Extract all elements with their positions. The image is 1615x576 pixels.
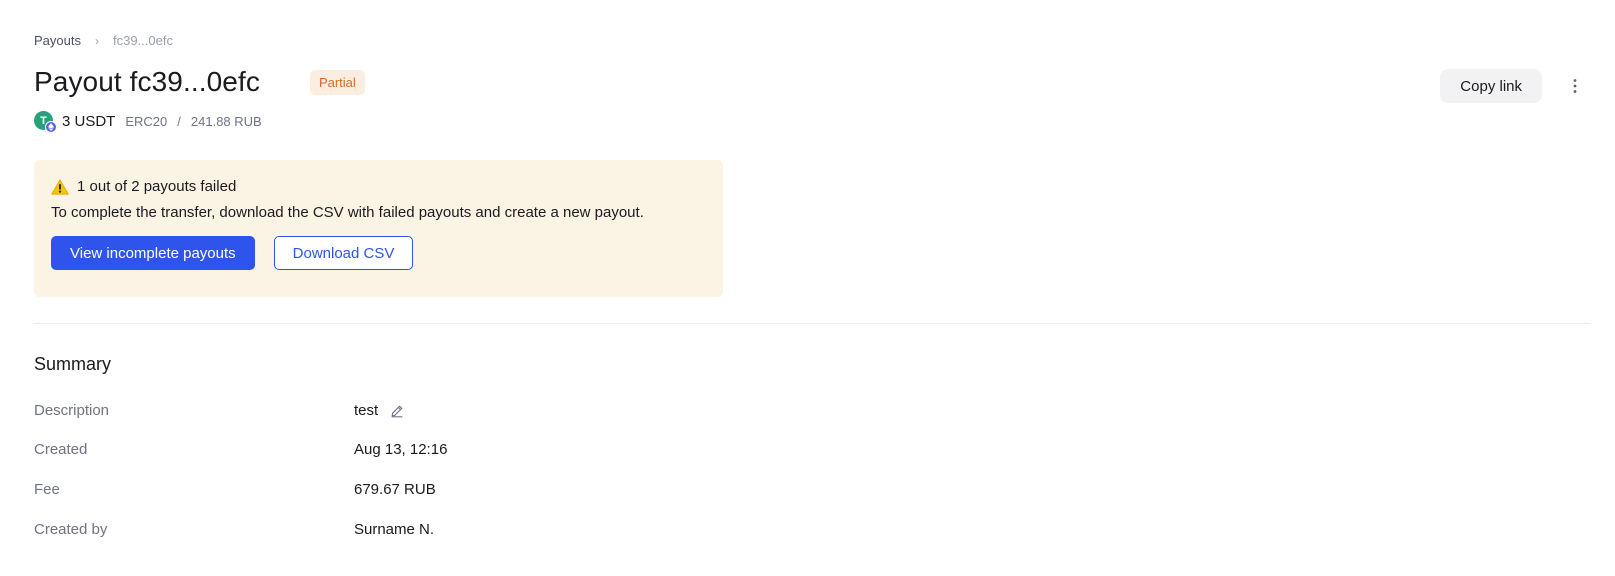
- alert-actions: View incomplete payouts Download CSV: [51, 236, 706, 270]
- payout-details-page: Payouts › fc39...0efc Payout fc39...0efc…: [34, 0, 1594, 576]
- breadcrumb: Payouts › fc39...0efc: [34, 33, 173, 48]
- amount-value: 3 USDT: [62, 112, 116, 130]
- view-incomplete-payouts-button[interactable]: View incomplete payouts: [51, 236, 255, 270]
- title-row: Payout fc39...0efc Partial: [34, 66, 365, 98]
- ethereum-icon: [45, 121, 57, 133]
- more-vertical-icon[interactable]: [1558, 69, 1592, 103]
- summary-label: Created: [34, 441, 88, 458]
- header-actions: Copy link: [1440, 69, 1592, 103]
- coin-icon-group: T: [34, 111, 57, 133]
- summary-row-created-by: Created by Surname N.: [34, 521, 434, 538]
- status-badge: Partial: [309, 69, 365, 95]
- divider: [34, 323, 1590, 324]
- description-value: test: [354, 402, 379, 419]
- summary-row-description: Description test: [34, 402, 404, 419]
- amount-fiat: 241.88 RUB: [190, 113, 262, 129]
- summary-value: test: [354, 402, 404, 419]
- summary-value: 679.67 RUB: [354, 481, 436, 498]
- alert-title-row: 1 out of 2 payouts failed: [51, 178, 706, 195]
- alert-text: To complete the transfer, download the C…: [51, 204, 644, 221]
- breadcrumb-chevron-icon: ›: [94, 33, 99, 48]
- summary-label: Created by: [34, 521, 108, 538]
- summary-value: Aug 13, 12:16: [354, 441, 448, 458]
- amount-network: ERC20: [125, 113, 168, 129]
- breadcrumb-payouts-link[interactable]: Payouts: [34, 33, 81, 48]
- summary-row-fee: Fee 679.67 RUB: [34, 481, 436, 498]
- warning-icon: [51, 178, 69, 195]
- alert-title: 1 out of 2 payouts failed: [77, 178, 237, 195]
- amount-separator: /: [177, 113, 181, 129]
- summary-row-created: Created Aug 13, 12:16: [34, 441, 447, 458]
- summary-label: Description: [34, 402, 110, 419]
- summary-value: Surname N.: [354, 521, 435, 538]
- download-csv-button[interactable]: Download CSV: [273, 236, 414, 270]
- edit-pencil-icon[interactable]: [390, 404, 404, 418]
- page-title: Payout fc39...0efc: [34, 66, 260, 97]
- breadcrumb-current: fc39...0efc: [112, 33, 173, 48]
- copy-link-button[interactable]: Copy link: [1440, 69, 1542, 103]
- failed-payouts-alert: 1 out of 2 payouts failed To complete th…: [34, 160, 723, 297]
- summary-label: Fee: [34, 481, 60, 498]
- summary-title: Summary: [34, 354, 112, 374]
- amount-row: T 3 USDT ERC20 / 241.88 RUB: [34, 111, 262, 133]
